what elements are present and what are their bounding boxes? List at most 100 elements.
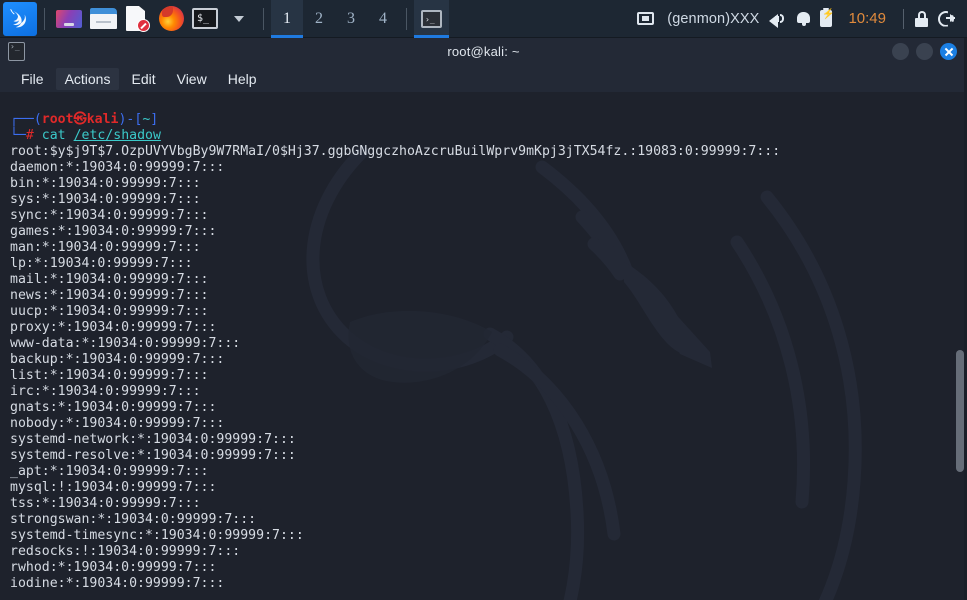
speaker-icon bbox=[769, 11, 787, 28]
tray-volume-button[interactable] bbox=[764, 0, 792, 38]
workspace-switcher: 1 2 3 4 bbox=[271, 0, 399, 38]
launcher-show-desktop[interactable] bbox=[54, 4, 84, 34]
launcher-terminal[interactable]: $_ bbox=[190, 4, 220, 34]
bell-icon bbox=[797, 11, 811, 26]
kali-dragon-icon bbox=[10, 8, 26, 27]
desktop-icon bbox=[56, 9, 82, 28]
launcher-text-editor[interactable] bbox=[122, 4, 152, 34]
terminal-output-line: uucp:*:19034:0:99999:7::: bbox=[10, 304, 209, 319]
workspace-label: 3 bbox=[347, 9, 355, 27]
firefox-icon bbox=[158, 6, 184, 31]
tray-divider bbox=[903, 8, 904, 29]
menu-help[interactable]: Help bbox=[219, 68, 266, 90]
terminal-output-line: bin:*:19034:0:99999:7::: bbox=[10, 176, 201, 191]
prompt-user: root bbox=[41, 112, 74, 127]
window-button-terminal[interactable]: ›_ bbox=[414, 0, 449, 38]
clock-label: 10:49 bbox=[848, 10, 886, 27]
terminal-output-line: daemon:*:19034:0:99999:7::: bbox=[10, 160, 225, 175]
terminal-output-line: strongswan:*:19034:0:99999:7::: bbox=[10, 512, 257, 527]
lock-icon bbox=[915, 10, 928, 27]
terminal-output-line: iodine:*:19034:0:99999:7::: bbox=[10, 576, 225, 591]
chevron-down-icon bbox=[234, 15, 244, 22]
taskbar-divider-3 bbox=[406, 7, 407, 30]
workspace-label: 4 bbox=[379, 9, 387, 27]
terminal-output-line: _apt:*:19034:0:99999:7::: bbox=[10, 464, 209, 479]
menu-view[interactable]: View bbox=[168, 68, 216, 90]
tray-clock[interactable]: 10:49 bbox=[837, 0, 897, 38]
terminal-output-line: backup:*:19034:0:99999:7::: bbox=[10, 352, 225, 367]
terminal-output-line: sync:*:19034:0:99999:7::: bbox=[10, 208, 209, 223]
prompt-hash: # bbox=[25, 128, 34, 143]
prompt-at-symbol: ㉿ bbox=[73, 112, 87, 127]
tray-genmon[interactable]: (genmon)XXX bbox=[659, 0, 764, 38]
prompt-branch: ┌──( bbox=[10, 112, 42, 127]
taskbar-divider-1 bbox=[44, 7, 45, 30]
tray-notifications-button[interactable] bbox=[792, 0, 815, 38]
display-icon bbox=[637, 12, 655, 25]
terminal-output-line: gnats:*:19034:0:99999:7::: bbox=[10, 400, 217, 415]
terminal-output-line: tss:*:19034:0:99999:7::: bbox=[10, 496, 201, 511]
prompt-bracket-close: ] bbox=[150, 112, 159, 127]
window-title: root@kali: ~ bbox=[447, 44, 520, 59]
terminal-output-line: systemd-timesync:*:19034:0:99999:7::: bbox=[10, 528, 304, 543]
menu-edit[interactable]: Edit bbox=[122, 68, 164, 90]
terminal-prompt-line-2: └─# cat /etc/shadow bbox=[10, 128, 943, 144]
taskbar-left: $_ 1 2 3 4 ›_ bbox=[0, 0, 449, 38]
terminal-output-line: man:*:19034:0:99999:7::: bbox=[10, 240, 201, 255]
terminal-output-line: news:*:19034:0:99999:7::: bbox=[10, 288, 209, 303]
workspace-label: 1 bbox=[283, 9, 291, 27]
genmon-label: (genmon)XXX bbox=[667, 10, 760, 27]
terminal-output-line: systemd-network:*:19034:0:99999:7::: bbox=[10, 432, 296, 447]
tray-battery-button[interactable] bbox=[815, 0, 837, 38]
tray-lock-button[interactable] bbox=[910, 0, 933, 38]
terminal-output-line: root:$y$j9T$7.OzpUVYVbgBy9W7RMaI/0$Hj37.… bbox=[10, 144, 781, 159]
terminal-output-line: nobody:*:19034:0:99999:7::: bbox=[10, 416, 225, 431]
launcher-more-button[interactable] bbox=[224, 4, 254, 34]
command-argument: /etc/shadow bbox=[73, 128, 161, 143]
launcher-file-manager[interactable] bbox=[88, 4, 118, 34]
menubar: File Actions Edit View Help bbox=[0, 65, 967, 92]
prompt-host: kali bbox=[86, 112, 119, 127]
workspace-label: 2 bbox=[315, 9, 323, 27]
workspace-1[interactable]: 1 bbox=[271, 0, 303, 38]
workspace-2[interactable]: 2 bbox=[303, 0, 335, 38]
terminal-body[interactable]: ┌──(root㉿kali)-[~] └─# cat /etc/shadow roo… bbox=[0, 92, 967, 600]
terminal-output: ┌──(root㉿kali)-[~] └─# cat /etc/shadow roo… bbox=[10, 96, 943, 592]
terminal-output-line: rwhod:*:19034:0:99999:7::: bbox=[10, 560, 217, 575]
terminal-prompt-line-1: ┌──(root㉿kali)-[~] bbox=[10, 112, 943, 128]
terminal-icon: $_ bbox=[192, 8, 218, 29]
terminal-output-line: www-data:*:19034:0:99999:7::: bbox=[10, 336, 241, 351]
document-icon bbox=[126, 6, 150, 32]
close-button[interactable] bbox=[940, 43, 957, 60]
folder-icon bbox=[89, 8, 117, 29]
tray-display-button[interactable] bbox=[632, 0, 659, 38]
system-tray: (genmon)XXX 10:49 bbox=[632, 0, 967, 38]
terminal-output-line: irc:*:19034:0:99999:7::: bbox=[10, 384, 201, 399]
battery-charging-icon bbox=[820, 7, 834, 27]
kali-menu-button[interactable] bbox=[3, 1, 37, 36]
window-titlebar[interactable]: root@kali: ~ bbox=[0, 38, 967, 65]
logout-icon bbox=[938, 10, 955, 27]
tray-logout-button[interactable] bbox=[933, 0, 959, 38]
terminal-output-line: proxy:*:19034:0:99999:7::: bbox=[10, 320, 217, 335]
taskbar: $_ 1 2 3 4 ›_ (genmon)XXX ⚡ 10:49 bbox=[0, 0, 967, 38]
terminal-output-line: games:*:19034:0:99999:7::: bbox=[10, 224, 217, 239]
launcher-web-browser[interactable] bbox=[156, 4, 186, 34]
taskbar-divider-2 bbox=[263, 7, 264, 30]
terminal-output-line: sys:*:19034:0:99999:7::: bbox=[10, 192, 201, 207]
menu-actions[interactable]: Actions bbox=[55, 67, 120, 90]
terminal-output-line: mysql:!:19034:0:99999:7::: bbox=[10, 480, 217, 495]
terminal-output-line: systemd-resolve:*:19034:0:99999:7::: bbox=[10, 448, 296, 463]
command-name: cat bbox=[41, 128, 66, 143]
terminal-output-line: redsocks:!:19034:0:99999:7::: bbox=[10, 544, 241, 559]
menu-file[interactable]: File bbox=[12, 68, 53, 90]
workspace-3[interactable]: 3 bbox=[335, 0, 367, 38]
workspace-4[interactable]: 4 bbox=[367, 0, 399, 38]
terminal-window: root@kali: ~ File Actions Edit View Help bbox=[0, 38, 967, 600]
scrollbar-thumb[interactable] bbox=[956, 350, 964, 472]
terminal-icon: ›_ bbox=[421, 9, 442, 28]
terminal-output-line: lp:*:19034:0:99999:7::: bbox=[10, 256, 193, 271]
prompt-bracket-open: )-[ bbox=[118, 112, 143, 127]
terminal-output-line: list:*:19034:0:99999:7::: bbox=[10, 368, 209, 383]
